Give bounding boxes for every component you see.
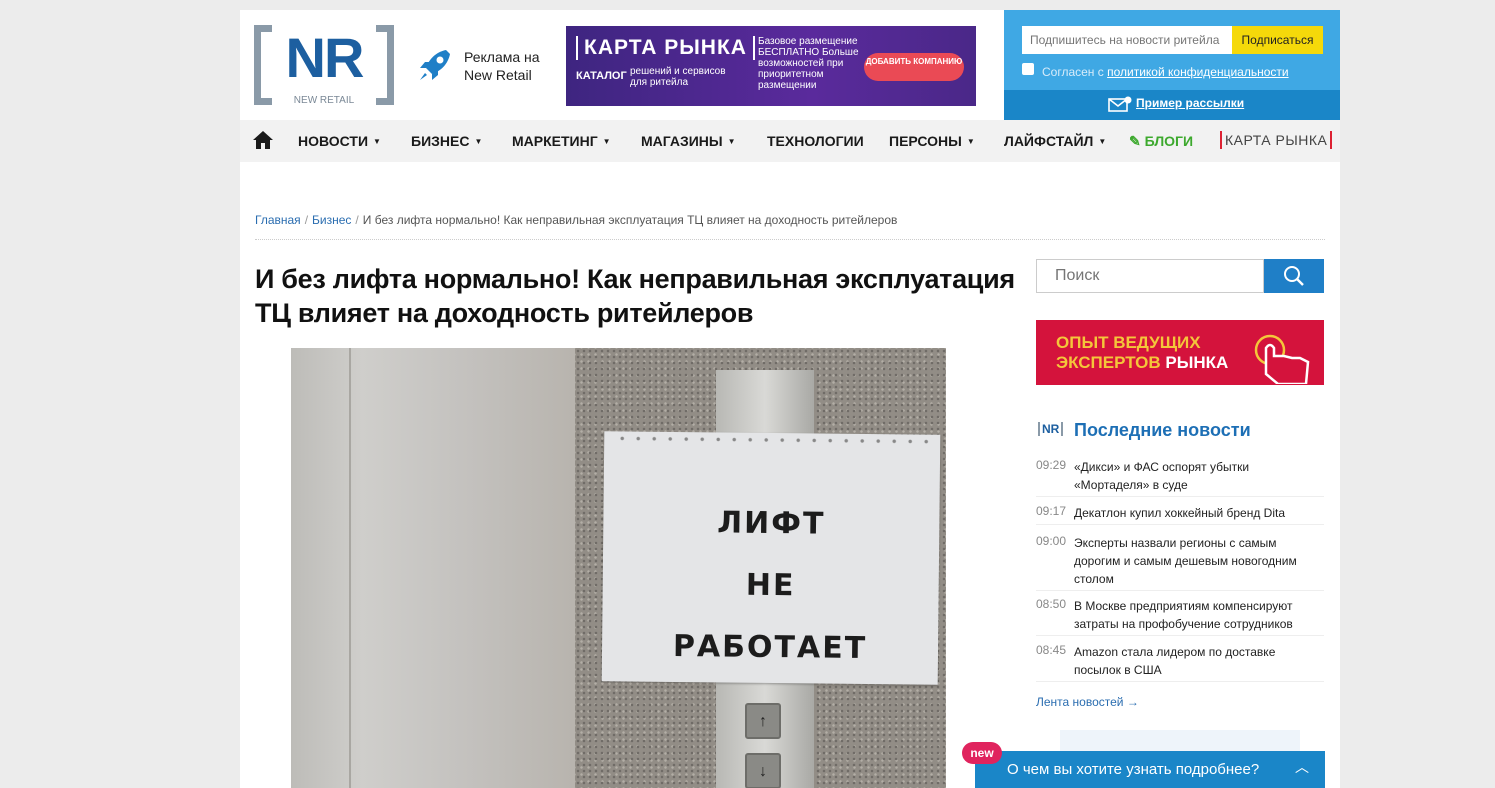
nav-item-blogs[interactable]: ✎ БЛОГИ [1129, 120, 1193, 162]
nav-market-map-link[interactable]: КАРТА РЫНКА [1220, 131, 1333, 149]
divider [255, 239, 1325, 240]
search-input[interactable] [1036, 259, 1264, 293]
nav-item-persons[interactable]: ПЕРСОНЫ ▼ [889, 120, 975, 162]
news-item[interactable]: 09:17 Декатлон купил хоккейный бренд Dit… [1036, 504, 1324, 525]
nav-item-news[interactable]: НОВОСТИ ▼ [298, 120, 381, 162]
news-headline: «Дикси» и ФАС оспорят убытки «Мортаделя»… [1074, 460, 1250, 492]
article-title: И без лифта нормально! Как неправильная … [255, 264, 1015, 328]
article-photo: ЛИФТ НЕ РАБОТАЕТ ↑ ↓ [291, 348, 946, 788]
nav-item-label: ПЕРСОНЫ [889, 133, 962, 149]
agree-prefix: Согласен с [1042, 65, 1108, 79]
logo-bracket-right [376, 25, 394, 105]
news-headline: Эксперты назвали регионы с самым дорогим… [1074, 536, 1297, 586]
news-time: 09:00 [1036, 534, 1067, 548]
subscribe-panel: Подписаться Согласен с политикой конфиде… [1004, 10, 1340, 120]
promo-line1: ОПЫТ ВЕДУЩИХ [1056, 333, 1201, 352]
news-headline: Amazon стала лидером по доставке посылок… [1074, 645, 1276, 677]
search-icon [1284, 266, 1304, 286]
chevron-down-icon: ▼ [966, 137, 975, 146]
newsletter-example-link[interactable]: Пример рассылки [1136, 96, 1244, 110]
pencil-icon: ✎ [1129, 133, 1141, 149]
news-headline: В Москве предприятиям компенсируют затра… [1074, 599, 1293, 631]
chevron-down-icon: ▼ [373, 137, 381, 146]
pointing-hand-icon [1254, 334, 1310, 384]
privacy-policy-link[interactable]: политикой конфиденциальности [1107, 65, 1288, 79]
arrow-down-icon: ↓ [745, 753, 781, 788]
banner-catalog: КАТАЛОГ [576, 70, 627, 82]
breadcrumb-home-link[interactable]: Главная [255, 213, 301, 227]
logo-subtitle: NEW RETAIL [293, 95, 355, 106]
market-map-banner[interactable]: КАРТА РЫНКА КАТАЛОГ решений и сервисов д… [566, 26, 976, 106]
new-badge: new [962, 742, 1002, 764]
news-time: 08:45 [1036, 643, 1067, 657]
logo-mark: NR [285, 26, 365, 89]
news-mark: NR [1038, 422, 1064, 436]
nav-item-lifestyle[interactable]: ЛАЙФСТАЙЛ ▼ [1004, 120, 1106, 162]
mail-icon [1108, 96, 1132, 112]
chat-prompt: О чем вы хотите узнать подробнее? [1007, 761, 1260, 778]
banner-right-text: Базовое размещение БЕСПЛАТНО Больше возм… [758, 36, 859, 91]
news-headline: Декатлон купил хоккейный бренд Dita [1074, 506, 1286, 520]
nav-item-label: БИЗНЕС [411, 133, 470, 149]
news-time: 09:29 [1036, 458, 1067, 472]
banner-title: КАРТА РЫНКА [576, 36, 755, 60]
breadcrumb-section-link[interactable]: Бизнес [312, 213, 351, 227]
chevron-down-icon: ▼ [602, 137, 611, 146]
home-icon[interactable] [252, 130, 274, 150]
rocket-icon [420, 50, 450, 80]
chevron-down-icon: ▼ [727, 137, 736, 146]
news-time: 08:50 [1036, 597, 1067, 611]
advertising-link[interactable]: Реклама на New Retail [416, 46, 546, 90]
add-company-button[interactable]: ДОБАВИТЬ КОМПАНИЮ [864, 53, 964, 81]
nav-item-business[interactable]: БИЗНЕС ▼ [411, 120, 482, 162]
promo-line2a: ЭКСПЕРТОВ [1056, 353, 1161, 372]
news-item[interactable]: 09:00 Эксперты назвали регионы с самым д… [1036, 534, 1324, 591]
breadcrumb-current: И без лифта нормально! Как неправильная … [362, 213, 898, 227]
ad-link-line1: Реклама на [464, 49, 540, 65]
agree-label: Согласен с политикой конфиденциальности [1042, 65, 1289, 79]
photo-sign-line: НЕ [745, 567, 796, 604]
news-time: 09:17 [1036, 504, 1067, 518]
chevron-down-icon: ▼ [1098, 137, 1107, 146]
nav-item-stores[interactable]: МАГАЗИНЫ ▼ [641, 120, 736, 162]
photo-sign: ЛИФТ НЕ РАБОТАЕТ [601, 431, 941, 685]
nav-item-label: МАГАЗИНЫ [641, 133, 723, 149]
banner-catalog-sub: решений и сервисов для ритейла [630, 66, 726, 88]
news-item[interactable]: 08:50 В Москве предприятиям компенсируют… [1036, 597, 1324, 636]
news-feed-link[interactable]: Лента новостей → [1036, 695, 1139, 709]
site-logo[interactable]: NR NEW RETAIL [254, 25, 394, 107]
nav-item-marketing[interactable]: МАРКЕТИНГ ▼ [512, 120, 611, 162]
chevron-down-icon: ▼ [474, 137, 483, 146]
breadcrumb: Главная / Бизнес / И без лифта нормально! Ка… [255, 213, 898, 227]
main-nav: НОВОСТИ ▼ БИЗНЕС ▼ МАРКЕТИНГ ▼ МАГАЗИНЫ ▼ ТЕ… [240, 120, 1340, 162]
subscribe-email-input[interactable] [1022, 26, 1232, 54]
photo-sign-line: РАБОТАЕТ [672, 628, 868, 667]
ad-link-line2: New Retail [464, 67, 532, 83]
nav-item-label: ЛАЙФСТАЙЛ [1004, 133, 1094, 149]
nav-item-label: ТЕХНОЛОГИИ [767, 133, 864, 149]
subscribe-button[interactable]: Подписаться [1232, 26, 1323, 54]
page: NR NEW RETAIL Реклама на New Retail КАРТ… [240, 10, 1340, 788]
agree-checkbox[interactable] [1022, 63, 1034, 75]
promo-line2b: РЫНКА [1165, 353, 1229, 372]
latest-news-title[interactable]: Последние новости [1074, 420, 1251, 441]
arrow-up-icon: ↑ [745, 703, 781, 739]
chevron-up-icon: ︿ [1295, 759, 1309, 775]
nav-item-label: НОВОСТИ [298, 133, 369, 149]
experts-promo-banner[interactable]: ОПЫТ ВЕДУЩИХ ЭКСПЕРТОВ РЫНКА [1036, 320, 1324, 385]
logo-bracket-left [254, 25, 272, 105]
search-box [1036, 259, 1324, 293]
search-button[interactable] [1264, 259, 1324, 293]
news-item[interactable]: 08:45 Amazon стала лидером по доставке п… [1036, 643, 1324, 682]
chat-widget[interactable]: О чем вы хотите узнать подробнее? ︿ [975, 751, 1325, 788]
news-item[interactable]: 09:29 «Дикси» и ФАС оспорят убытки «Морт… [1036, 458, 1324, 497]
nav-item-label: МАРКЕТИНГ [512, 133, 598, 149]
nav-item-label: БЛОГИ [1144, 133, 1194, 149]
nav-item-technology[interactable]: ТЕХНОЛОГИИ [767, 120, 864, 162]
photo-sign-line: ЛИФТ [717, 505, 826, 542]
